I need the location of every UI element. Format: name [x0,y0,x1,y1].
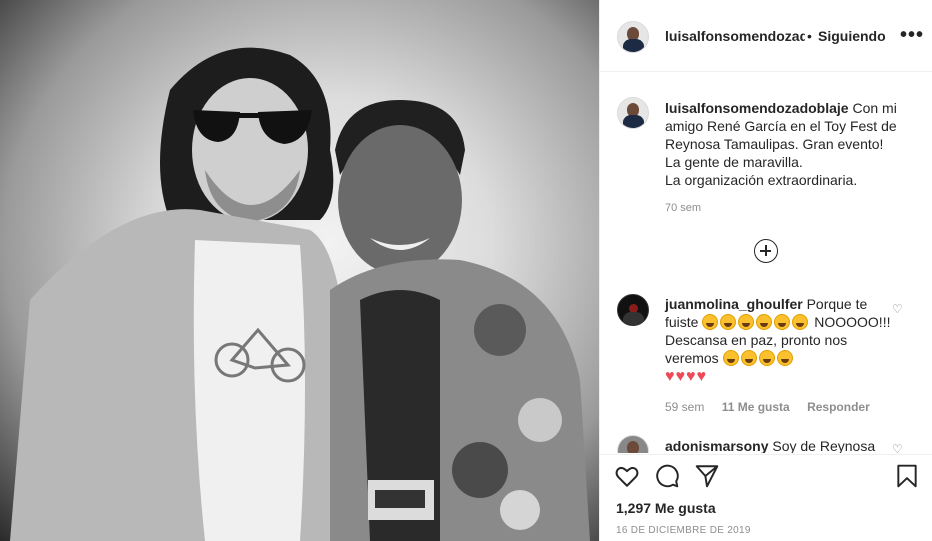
crying-emoji-icon [738,314,755,330]
crying-emoji-icon [758,350,775,366]
plus-circle-icon[interactable] [754,239,778,263]
separator-dot: • [807,28,812,44]
caption: luisalfonsomendozadoblaje Con mi amigo R… [665,99,920,189]
crying-emoji-icon [774,314,791,330]
caption-timestamp[interactable]: 70 sem [665,202,701,214]
crying-emoji-icon [740,350,757,366]
comments-section[interactable]: luisalfonsomendozadoblaje Con mi amigo R… [600,73,932,453]
crying-emoji-icon [756,314,773,330]
author-username[interactable]: luisalfonsomendozadc [665,28,805,44]
comment-avatar[interactable] [617,294,649,326]
likes-count[interactable]: 1,297 Me gusta [616,500,716,516]
comment-like-icon[interactable]: ♡ [892,442,903,453]
crying-emoji-icon [776,350,793,366]
heart-icon[interactable] [614,463,640,489]
comment-text: Soy de Reynosa [772,438,876,453]
crying-emoji-icon [722,350,739,366]
caption-line-2: La gente de maravilla. [665,154,803,170]
crying-emoji-icon [702,314,719,330]
crying-emoji-icon [792,314,809,330]
caption-line-3: La organización extraordinaria. [665,172,858,188]
post-actions: 1,297 Me gusta 16 DE DICIEMBRE DE 2019 [600,454,932,541]
comment-meta: 59 sem 11 Me gusta Responder [665,400,884,414]
photo-illustration [10,47,590,541]
post-date[interactable]: 16 DE DICIEMBRE DE 2019 [616,525,751,536]
comment-timestamp[interactable]: 59 sem [665,400,704,414]
heart-emoji-group: ♥♥♥♥ [665,368,707,385]
comment: adonismarsony Soy de Reynosa [665,437,895,453]
post-header: luisalfonsomendozadc • Siguiendo ••• [600,0,932,72]
comment-like-icon[interactable]: ♡ [892,302,903,316]
comment-avatar[interactable] [617,435,649,453]
comment-username[interactable]: adonismarsony [665,438,768,453]
share-icon[interactable] [694,463,720,489]
crying-emoji-group [722,350,795,366]
reply-button[interactable]: Responder [807,400,870,414]
comment: juanmolina_ghoulfer Porque te fuiste NOO… [665,295,895,386]
comment-username[interactable]: juanmolina_ghoulfer [665,296,803,312]
post-photo[interactable] [0,0,599,541]
caption-username[interactable]: luisalfonsomendozadoblaje [665,100,849,116]
comment-icon[interactable] [654,463,680,489]
more-options-icon[interactable]: ••• [900,24,924,47]
author-avatar[interactable] [617,21,649,53]
crying-emoji-icon [720,314,737,330]
post-sidebar: luisalfonsomendozadc • Siguiendo ••• lui… [599,0,932,541]
comment-likes[interactable]: 11 Me gusta [722,400,790,414]
caption-avatar[interactable] [617,97,649,129]
crying-emoji-group [702,314,814,330]
follow-status-button[interactable]: Siguiendo [818,28,886,44]
bookmark-icon[interactable] [894,463,920,489]
